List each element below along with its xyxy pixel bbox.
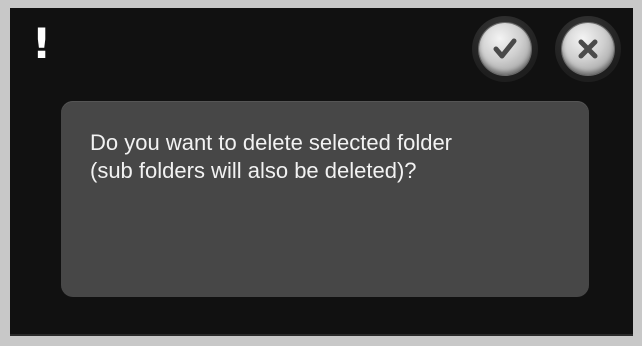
cancel-button[interactable]: [555, 16, 621, 82]
checkmark-icon: [493, 38, 517, 59]
close-icon: [578, 39, 598, 59]
dialog-message: Do you want to delete selected folder (s…: [90, 130, 453, 183]
confirm-button-face[interactable]: [479, 23, 531, 75]
cancel-button-face[interactable]: [562, 23, 614, 75]
confirm-button[interactable]: [472, 16, 538, 82]
confirm-delete-dialog: ! Do you want to delete selected folder …: [10, 8, 633, 336]
message-panel: Do you want to delete selected folder (s…: [61, 101, 589, 297]
alert-icon: !: [32, 19, 52, 68]
